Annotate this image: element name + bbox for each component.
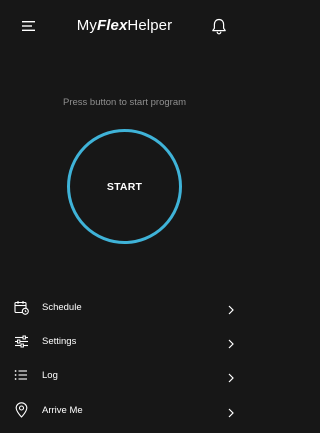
app-screen: MyFlexHelper Press button to start progr…	[0, 0, 249, 433]
bottom-menu-list: Schedule Settings Log Arrive Me	[0, 290, 249, 428]
menu-item-schedule[interactable]: Schedule	[0, 290, 249, 324]
list-icon	[13, 367, 29, 383]
menu-item-label: Settings	[42, 335, 77, 347]
calendar-clock-icon	[13, 299, 29, 315]
menu-item-label: Log	[42, 369, 58, 381]
app-header: MyFlexHelper	[0, 0, 249, 54]
location-pin-icon	[13, 402, 29, 418]
chevron-right-icon	[227, 405, 235, 418]
bell-icon[interactable]	[211, 18, 227, 35]
logo-text-my: My	[76, 17, 97, 34]
menu-item-log[interactable]: Log	[0, 358, 249, 392]
menu-item-settings[interactable]: Settings	[0, 324, 249, 358]
sliders-icon	[13, 333, 29, 349]
menu-item-label: Arrive Me	[42, 404, 83, 416]
chevron-right-icon	[227, 370, 235, 383]
menu-item-arrive-me[interactable]: Arrive Me	[0, 392, 249, 428]
chevron-right-icon	[227, 336, 235, 349]
chevron-right-icon	[227, 302, 235, 315]
menu-item-label: Schedule	[42, 301, 82, 313]
start-button[interactable]: START	[67, 129, 182, 244]
logo-text-helper: Helper	[127, 17, 173, 34]
start-hint-text: Press button to start program	[62, 97, 187, 108]
logo-text-flex: Flex	[96, 17, 128, 34]
start-button-label: START	[106, 180, 143, 193]
